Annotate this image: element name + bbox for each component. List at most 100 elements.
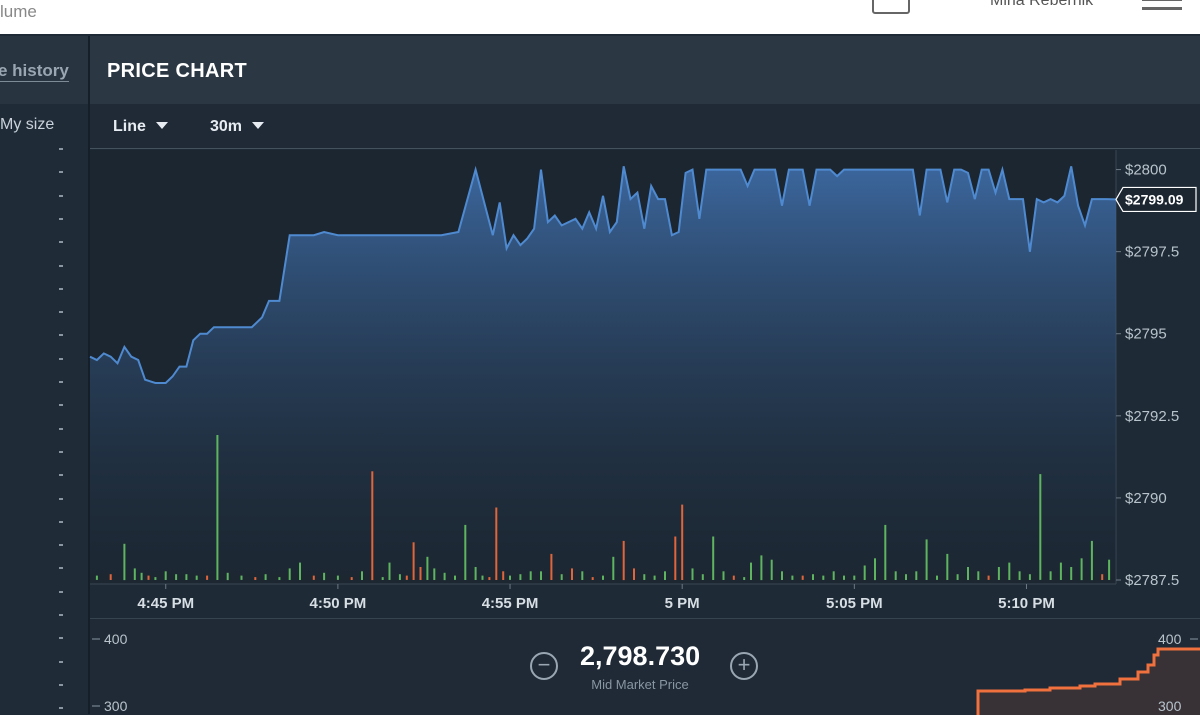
- volume-bar: [464, 524, 467, 580]
- volume-bar: [195, 575, 198, 580]
- volume-bar: [691, 568, 694, 580]
- volume-bar: [264, 574, 267, 580]
- volume-bar: [519, 574, 522, 580]
- volume-bar: [426, 556, 429, 580]
- volume-bar: [488, 577, 491, 580]
- volume-bar: [822, 575, 825, 580]
- volume-bar: [109, 574, 112, 580]
- volume-bar: [240, 575, 243, 580]
- volume-bar: [133, 568, 136, 580]
- volume-bar: [474, 567, 477, 580]
- volume-bar: [884, 524, 887, 580]
- volume-bar: [288, 568, 291, 580]
- volume-bar: [350, 577, 353, 580]
- volume-bar: [398, 574, 401, 580]
- depth-left-tick: 300: [104, 698, 128, 714]
- volume-bar: [206, 575, 209, 580]
- volume-bar: [801, 575, 804, 580]
- volume-bar: [336, 575, 339, 580]
- volume-bar: [443, 572, 446, 581]
- zoom-out-button[interactable]: −: [530, 652, 558, 680]
- volume-bar: [1039, 474, 1042, 580]
- volume-bar: [925, 539, 928, 580]
- zoom-in-button[interactable]: +: [730, 652, 758, 680]
- volume-bar: [750, 562, 752, 580]
- mid-market-price-label: Mid Market Price: [591, 677, 689, 692]
- volume-bar: [140, 572, 143, 581]
- volume-bar: [540, 571, 542, 580]
- volume-bar: [381, 577, 384, 580]
- volume-bar: [770, 559, 773, 580]
- volume-bar: [997, 567, 1000, 580]
- volume-bar: [863, 565, 866, 580]
- depth-right-tick: 300: [1158, 698, 1182, 714]
- volume-bar: [812, 574, 814, 580]
- volume-bar: [633, 568, 635, 580]
- volume-bar: [254, 577, 257, 580]
- volume-bar: [853, 575, 856, 580]
- volume-bar: [123, 543, 126, 581]
- x-tick-label: 5:10 PM: [998, 595, 1055, 612]
- mid-market-price: 2,798.730: [580, 641, 701, 671]
- volume-bar: [481, 575, 484, 580]
- volume-bar: [405, 575, 408, 580]
- volume-bar: [722, 571, 725, 580]
- volume-bar: [622, 540, 625, 581]
- current-price-label: $2799.09: [1125, 191, 1184, 207]
- volume-bar: [175, 574, 178, 580]
- price-chart[interactable]: $2800 $2797.5 $2795 $2792.5 $2790 $2787.5 4:4…: [0, 0, 1200, 714]
- x-tick-label: 4:45 PM: [137, 595, 194, 612]
- volume-bar: [495, 507, 498, 580]
- volume-bar: [419, 567, 422, 580]
- volume-bar: [967, 567, 969, 580]
- volume-bar: [602, 575, 604, 580]
- volume-bar: [643, 574, 646, 580]
- volume-bar: [946, 553, 949, 580]
- volume-bar: [147, 575, 150, 580]
- volume-bar: [1070, 567, 1073, 580]
- volume-bar: [502, 571, 505, 580]
- volume-bar: [454, 575, 456, 580]
- volume-bar: [732, 575, 735, 580]
- depth-left-tick: 400: [104, 631, 128, 647]
- y-tick-label: $2792.5: [1125, 408, 1179, 425]
- x-tick-label: 5:05 PM: [826, 595, 883, 612]
- volume-bar: [216, 435, 219, 580]
- y-tick-label: $2800: [1125, 162, 1167, 179]
- volume-bar: [299, 562, 301, 580]
- volume-bar: [361, 571, 363, 580]
- volume-bar: [185, 574, 188, 580]
- volume-bar: [653, 575, 656, 580]
- volume-bar: [581, 571, 584, 580]
- volume-bar: [674, 536, 677, 580]
- volume-bar: [226, 572, 229, 581]
- volume-bar: [781, 571, 783, 580]
- volume-bar: [278, 577, 281, 580]
- volume-bar: [529, 571, 532, 580]
- volume-bar: [323, 572, 326, 581]
- volume-bar: [509, 575, 511, 580]
- volume-bar: [560, 574, 563, 580]
- volume-bar: [874, 558, 876, 581]
- volume-bar: [1028, 574, 1031, 580]
- volume-bar: [164, 571, 167, 580]
- volume-bar: [843, 575, 845, 580]
- volume-bar: [791, 575, 794, 580]
- volume-bar: [1049, 571, 1052, 580]
- volume-bar: [894, 571, 897, 580]
- volume-bar: [1008, 562, 1011, 580]
- volume-bar: [681, 504, 684, 580]
- volume-bar: [664, 571, 666, 580]
- volume-bar: [987, 575, 990, 580]
- volume-bar: [550, 553, 553, 580]
- volume-bar: [1059, 562, 1062, 580]
- volume-bar: [701, 574, 704, 580]
- volume-bar: [760, 555, 763, 581]
- y-tick-label: $2787.5: [1125, 572, 1179, 589]
- y-tick-label: $2790: [1125, 490, 1167, 507]
- volume-bar: [371, 471, 374, 581]
- y-tick-label: $2795: [1125, 326, 1167, 343]
- volume-bar: [591, 577, 594, 580]
- y-tick-label: $2797.5: [1125, 244, 1179, 261]
- volume-bar: [95, 575, 98, 580]
